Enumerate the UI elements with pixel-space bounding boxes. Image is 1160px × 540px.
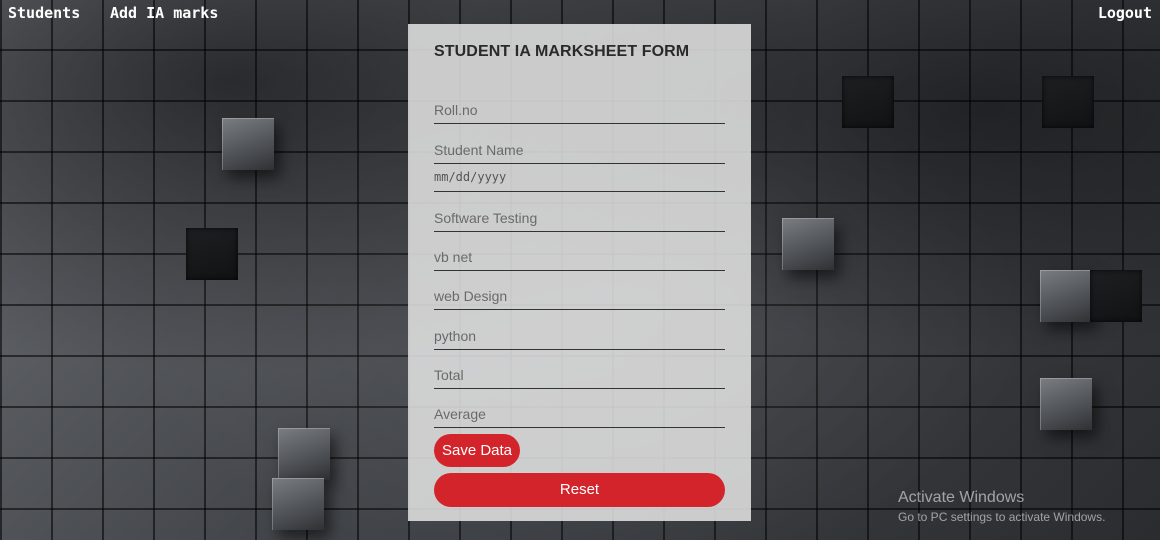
average-input[interactable]: [434, 400, 725, 428]
date-input[interactable]: mm/dd/yyyy: [434, 164, 725, 192]
software-testing-input[interactable]: [434, 204, 725, 232]
activate-windows-watermark: Activate Windows Go to PC settings to ac…: [898, 488, 1105, 525]
background-cube: [1090, 270, 1142, 322]
nav-link-students[interactable]: Students: [8, 4, 80, 22]
web-design-input[interactable]: [434, 282, 725, 310]
nav-link-logout[interactable]: Logout: [1098, 4, 1152, 22]
background-cube: [1042, 76, 1094, 128]
background-cube: [272, 478, 324, 530]
nav-link-add-ia-marks[interactable]: Add IA marks: [110, 4, 218, 22]
background-cube: [1040, 378, 1092, 430]
reset-button[interactable]: Reset: [434, 473, 725, 507]
background-cube: [186, 228, 238, 280]
roll-no-input[interactable]: [434, 96, 725, 124]
background-cube: [842, 76, 894, 128]
background-cube: [782, 218, 834, 270]
top-navigation: Students Add IA marks Logout: [0, 0, 1160, 26]
save-data-button[interactable]: Save Data: [434, 434, 520, 467]
student-name-input[interactable]: [434, 136, 725, 164]
marksheet-form-panel: STUDENT IA MARKSHEET FORM mm/dd/yyyy Sav…: [408, 24, 751, 521]
watermark-title: Activate Windows: [898, 489, 1025, 506]
vb-net-input[interactable]: [434, 243, 725, 271]
python-input[interactable]: [434, 322, 725, 350]
watermark-subtitle: Go to PC settings to activate Windows.: [898, 510, 1106, 524]
background-cube: [278, 428, 330, 480]
form-title: STUDENT IA MARKSHEET FORM: [434, 43, 690, 60]
background-cube: [222, 118, 274, 170]
total-input[interactable]: [434, 361, 725, 389]
background-cube: [1040, 270, 1092, 322]
